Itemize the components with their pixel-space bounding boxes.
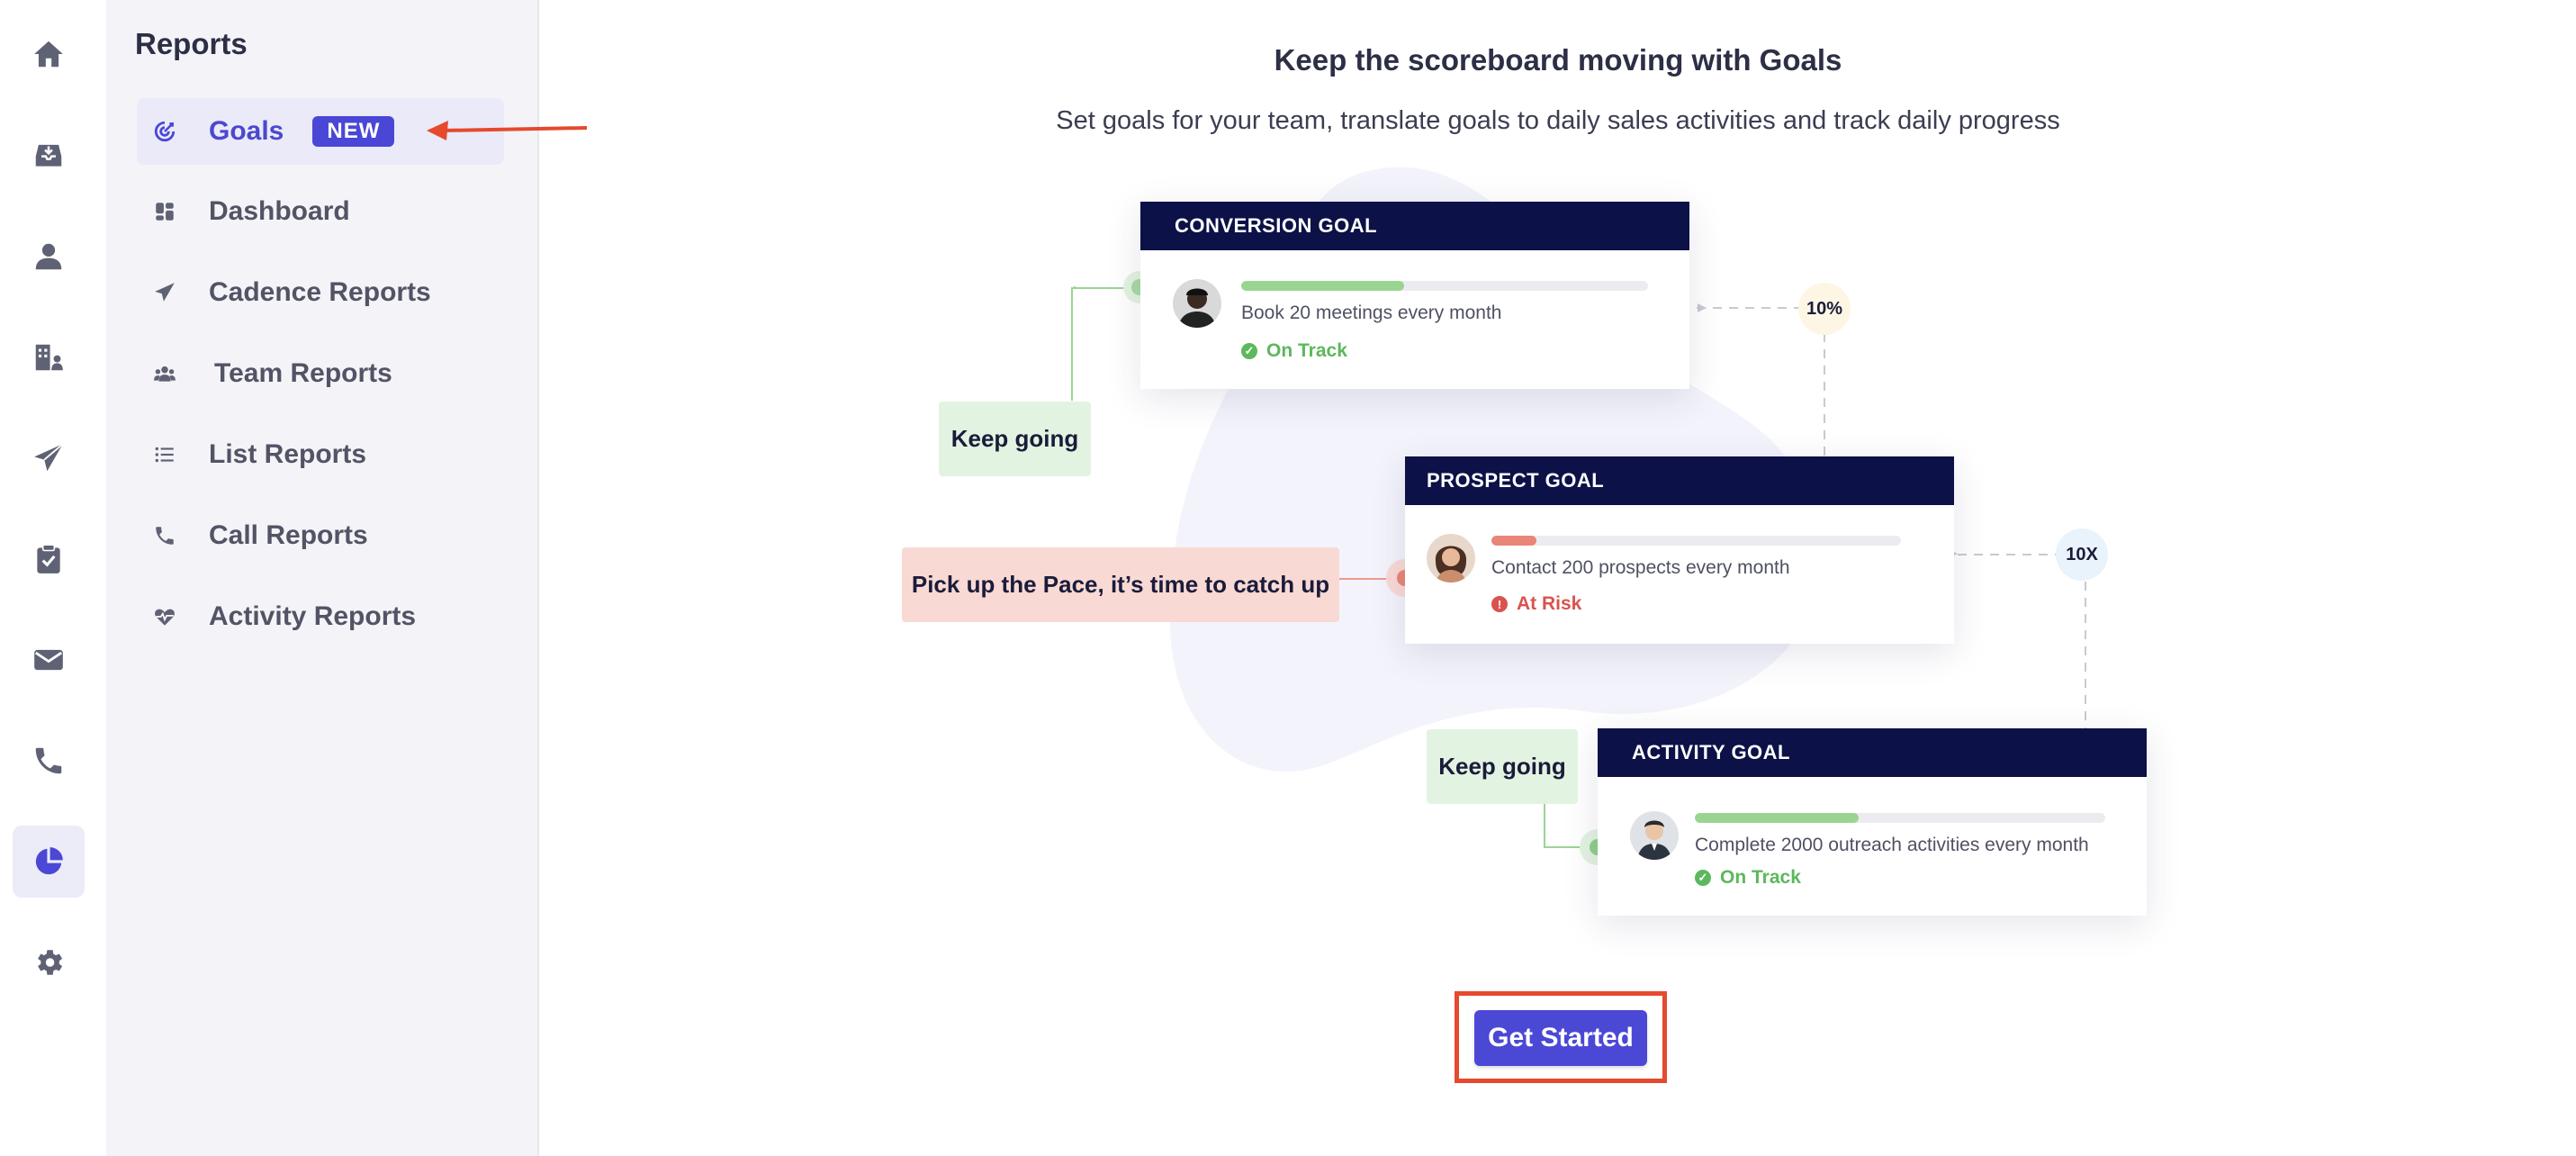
avatar [1427,534,1475,583]
avatar [1630,811,1679,860]
avatar [1173,279,1221,328]
conversion-goal-card: CONVERSION GOAL Book 20 meetings every m… [1140,202,1689,389]
goal-description: Contact 200 prospects every month [1491,557,1790,578]
keep-going-callout: Keep going [939,402,1091,476]
alert-circle-icon: ! [1491,596,1508,612]
goal-description: Complete 2000 outreach activities every … [1695,835,2089,855]
status-on-track: ✓ On Track [1695,867,1801,889]
check-circle-icon: ✓ [1695,870,1711,886]
progress-bar [1241,281,1648,291]
progress-bar [1695,813,2105,823]
card-title: ACTIVITY GOAL [1598,728,2147,777]
check-circle-icon: ✓ [1241,343,1257,359]
card-title: PROSPECT GOAL [1405,456,1954,505]
multiplier-10x: 10X [2056,528,2108,581]
goal-description: Book 20 meetings every month [1241,303,1502,323]
multiplier-10-percent: 10% [1798,283,1851,335]
keep-going-callout: Keep going [1427,729,1578,804]
card-title: CONVERSION GOAL [1140,202,1689,250]
status-on-track: ✓ On Track [1241,340,1347,362]
prospect-goal-card: PROSPECT GOAL Contact 200 prospects ever… [1405,456,1954,644]
pick-up-pace-callout: Pick up the Pace, it’s time to catch up [902,547,1339,622]
status-at-risk: ! At Risk [1491,593,1581,615]
progress-bar [1491,536,1901,546]
activity-goal-card: ACTIVITY GOAL Complete 2000 outreach act… [1598,728,2147,916]
get-started-button[interactable]: Get Started [1474,1010,1647,1066]
